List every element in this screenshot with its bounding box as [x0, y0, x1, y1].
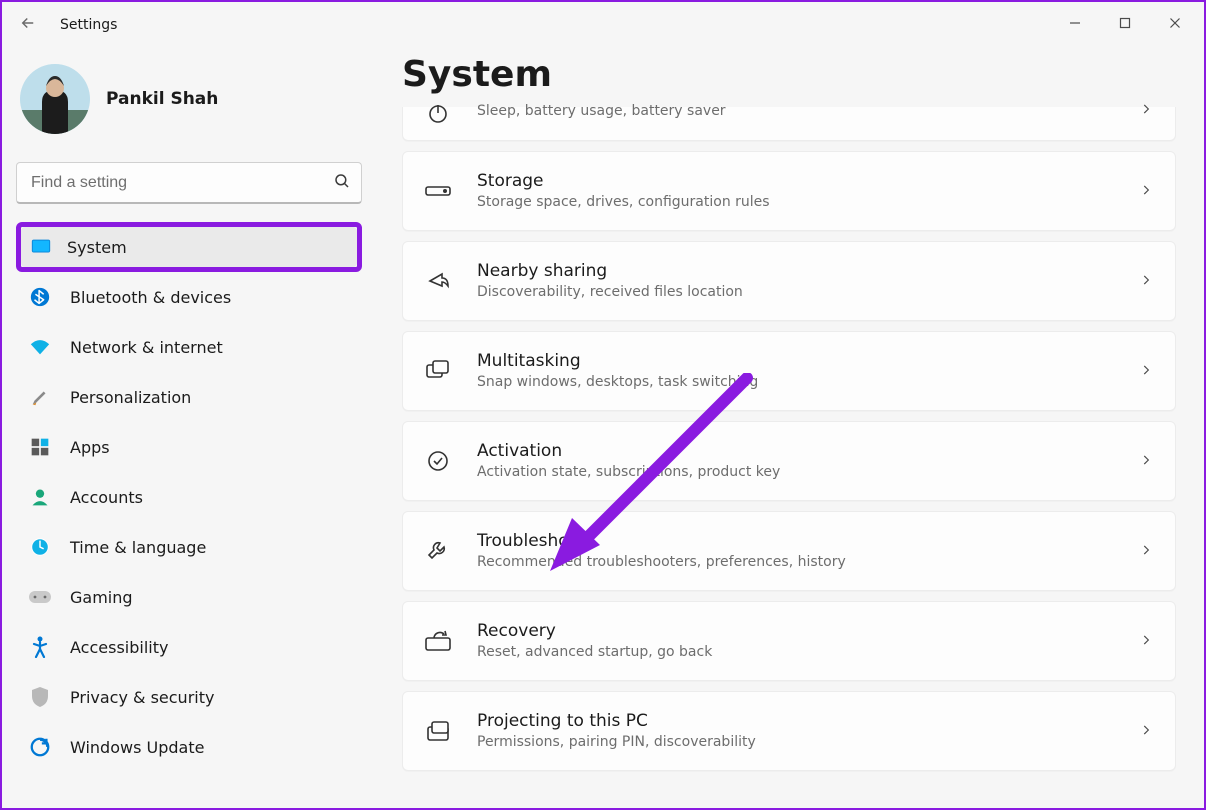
chevron-right-icon — [1139, 452, 1153, 471]
settings-row-multitasking[interactable]: Multitasking Snap windows, desktops, tas… — [402, 331, 1176, 411]
settings-row-title: Troubleshoot — [477, 531, 1113, 552]
sidebar-item-label: System — [67, 238, 127, 257]
settings-row-activation[interactable]: Activation Activation state, subscriptio… — [402, 421, 1176, 501]
settings-row-subtitle: Permissions, pairing PIN, discoverabilit… — [477, 734, 1113, 752]
settings-row-nearby-sharing[interactable]: Nearby sharing Discoverability, received… — [402, 241, 1176, 321]
settings-row-title: Storage — [477, 171, 1113, 192]
sidebar-item-label: Time & language — [70, 538, 206, 557]
annotation-system-highlight: System — [16, 222, 362, 272]
sidebar-item-accessibility[interactable]: Accessibility — [16, 622, 362, 672]
settings-row-subtitle: Recommended troubleshooters, preferences… — [477, 554, 1113, 572]
profile-block[interactable]: Pankil Shah — [16, 58, 362, 152]
chevron-right-icon — [1139, 722, 1153, 741]
title-bar: Settings — [2, 2, 1204, 48]
sidebar-item-label: Gaming — [70, 588, 133, 607]
page-title: System — [402, 54, 1176, 95]
settings-row-title: Activation — [477, 441, 1113, 462]
sidebar: Pankil Shah System Bluetooth & device — [2, 48, 376, 808]
sidebar-item-personalization[interactable]: Personalization — [16, 372, 362, 422]
sidebar-item-network[interactable]: Network & internet — [16, 322, 362, 372]
sidebar-item-windows-update[interactable]: Windows Update — [16, 722, 362, 772]
main-panel: System Sleep, battery usage, battery sav… — [376, 48, 1204, 808]
brush-icon — [28, 385, 52, 409]
settings-row-subtitle: Storage space, drives, configuration rul… — [477, 194, 1113, 212]
sidebar-item-privacy[interactable]: Privacy & security — [16, 672, 362, 722]
update-icon — [28, 735, 52, 759]
sidebar-item-label: Bluetooth & devices — [70, 288, 231, 307]
sidebar-item-label: Network & internet — [70, 338, 223, 357]
chevron-right-icon — [1139, 362, 1153, 381]
chevron-right-icon — [1139, 101, 1153, 120]
minimize-button[interactable] — [1050, 6, 1100, 40]
settings-row-subtitle: Sleep, battery usage, battery saver — [477, 103, 1113, 121]
settings-row-title: Recovery — [477, 621, 1113, 642]
chevron-right-icon — [1139, 182, 1153, 201]
settings-row-projecting[interactable]: Projecting to this PC Permissions, pairi… — [402, 691, 1176, 771]
chevron-right-icon — [1139, 272, 1153, 291]
sidebar-item-time-language[interactable]: Time & language — [16, 522, 362, 572]
settings-row-power[interactable]: Sleep, battery usage, battery saver — [402, 107, 1176, 141]
chevron-right-icon — [1139, 542, 1153, 561]
app-title: Settings — [60, 17, 117, 33]
close-button[interactable] — [1150, 6, 1200, 40]
avatar — [20, 64, 90, 134]
search-icon — [333, 172, 351, 194]
recovery-icon — [425, 628, 451, 654]
settings-row-subtitle: Activation state, subscriptions, product… — [477, 464, 1113, 482]
wifi-icon — [28, 335, 52, 359]
storage-icon — [425, 178, 451, 204]
sidebar-item-label: Windows Update — [70, 738, 204, 757]
settings-row-subtitle: Snap windows, desktops, task switching — [477, 374, 1113, 392]
sidebar-item-label: Personalization — [70, 388, 191, 407]
settings-row-title: Multitasking — [477, 351, 1113, 372]
account-icon — [28, 485, 52, 509]
sidebar-item-label: Accessibility — [70, 638, 168, 657]
search-input[interactable] — [31, 174, 333, 192]
back-button[interactable] — [8, 14, 48, 37]
sidebar-item-gaming[interactable]: Gaming — [16, 572, 362, 622]
shield-icon — [28, 685, 52, 709]
profile-name: Pankil Shah — [106, 89, 218, 109]
wrench-icon — [425, 538, 451, 564]
sidebar-item-system[interactable]: System — [21, 227, 357, 267]
sidebar-item-apps[interactable]: Apps — [16, 422, 362, 472]
settings-row-subtitle: Discoverability, received files location — [477, 284, 1113, 302]
sidebar-item-label: Privacy & security — [70, 688, 214, 707]
maximize-button[interactable] — [1100, 6, 1150, 40]
share-icon — [425, 268, 451, 294]
settings-row-troubleshoot[interactable]: Troubleshoot Recommended troubleshooters… — [402, 511, 1176, 591]
power-icon — [425, 107, 451, 133]
settings-row-subtitle: Reset, advanced startup, go back — [477, 644, 1113, 662]
projecting-icon — [425, 718, 451, 744]
apps-icon — [28, 435, 52, 459]
settings-row-title: Projecting to this PC — [477, 711, 1113, 732]
sidebar-item-label: Accounts — [70, 488, 143, 507]
accessibility-icon — [28, 635, 52, 659]
search-box[interactable] — [16, 162, 362, 204]
settings-row-title: Nearby sharing — [477, 261, 1113, 282]
multitasking-icon — [425, 358, 451, 384]
settings-row-recovery[interactable]: Recovery Reset, advanced startup, go bac… — [402, 601, 1176, 681]
system-icon — [29, 235, 53, 259]
sidebar-item-accounts[interactable]: Accounts — [16, 472, 362, 522]
settings-list: Sleep, battery usage, battery saver Stor… — [402, 109, 1176, 771]
settings-window: Settings — [0, 0, 1206, 810]
check-circle-icon — [425, 448, 451, 474]
sidebar-item-bluetooth[interactable]: Bluetooth & devices — [16, 272, 362, 322]
settings-row-storage[interactable]: Storage Storage space, drives, configura… — [402, 151, 1176, 231]
chevron-right-icon — [1139, 632, 1153, 651]
gaming-icon — [28, 585, 52, 609]
sidebar-nav: System Bluetooth & devices Network & int… — [16, 222, 362, 772]
clock-globe-icon — [28, 535, 52, 559]
bluetooth-icon — [28, 285, 52, 309]
sidebar-item-label: Apps — [70, 438, 110, 457]
